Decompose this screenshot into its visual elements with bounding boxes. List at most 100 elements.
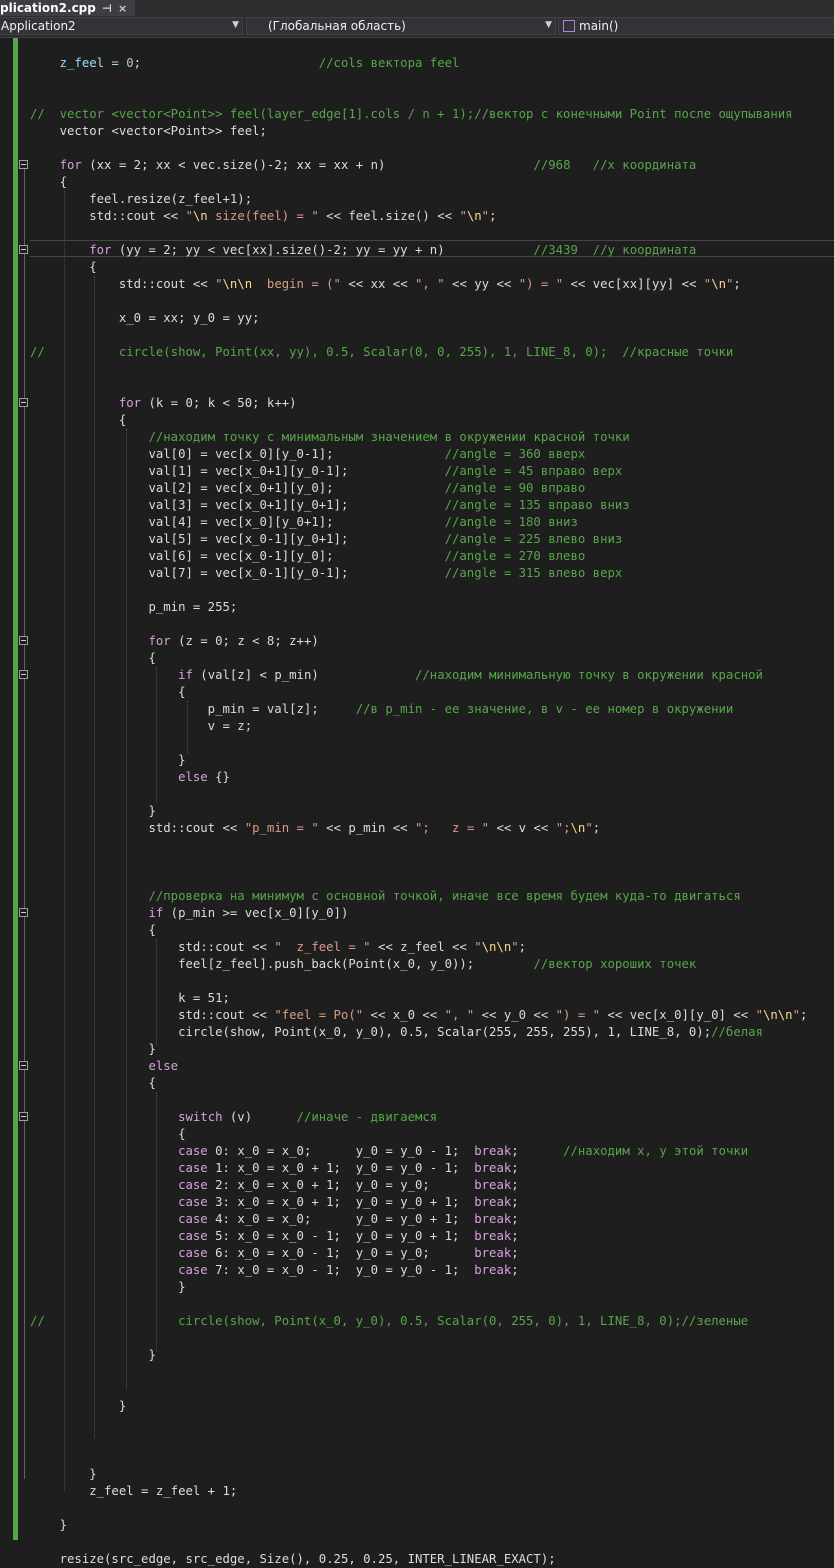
code-line[interactable] [30,89,807,106]
collapse-icon[interactable] [19,908,28,917]
code-editor[interactable]: z_feel = 0; //cols вектора feel // vecto… [0,38,834,1566]
code-line[interactable] [30,1381,807,1398]
code-line[interactable] [30,378,807,395]
code-line[interactable]: for (z = 0; z < 8; z++) [30,633,807,650]
code-line[interactable] [30,1330,807,1347]
code-line[interactable]: val[0] = vec[x_0][y_0-1]; //angle = 360 … [30,446,807,463]
code-line[interactable] [30,1364,807,1381]
collapse-icon[interactable] [19,670,28,679]
code-line[interactable]: case 7: x_0 = x_0 - 1; y_0 = y_0 - 1; br… [30,1262,807,1279]
code-line[interactable]: { [30,174,807,191]
code-line[interactable]: if (p_min >= vec[x_0][y_0]) [30,905,807,922]
code-line[interactable] [30,1500,807,1517]
code-line[interactable]: } [30,752,807,769]
code-line[interactable] [30,1534,807,1551]
code-line[interactable]: } [30,1398,807,1415]
close-icon[interactable]: × [118,2,127,15]
code-line[interactable]: { [30,412,807,429]
document-tab[interactable]: plication2.cpp ⊣ × [0,0,136,16]
code-line[interactable]: val[7] = vec[x_0-1][y_0-1]; //angle = 31… [30,565,807,582]
code-line[interactable] [30,837,807,854]
code-line[interactable] [30,1296,807,1313]
code-line[interactable]: case 2: x_0 = x_0 + 1; y_0 = y_0; break; [30,1177,807,1194]
code-line[interactable]: } [30,1466,807,1483]
code-line[interactable]: std::cout << "\n\n begin = (" << xx << "… [30,276,807,293]
code-line[interactable]: { [30,922,807,939]
code-line[interactable] [30,854,807,871]
code-line[interactable]: val[3] = vec[x_0+1][y_0+1]; //angle = 13… [30,497,807,514]
code-line[interactable]: { [30,684,807,701]
pin-icon[interactable]: ⊣ [102,2,112,15]
code-line[interactable]: case 1: x_0 = x_0 + 1; y_0 = y_0 - 1; br… [30,1160,807,1177]
code-line[interactable]: resize(src_edge, src_edge, Size(), 0.25,… [30,1551,807,1568]
code-line[interactable]: v = z; [30,718,807,735]
code-line[interactable] [30,38,807,55]
code-line[interactable]: val[4] = vec[x_0][y_0+1]; //angle = 180 … [30,514,807,531]
member-dropdown[interactable]: main() [558,17,834,35]
code-line[interactable] [30,140,807,157]
code-line[interactable]: switch (v) //иначе - двигаемся [30,1109,807,1126]
code-line[interactable]: } [30,1347,807,1364]
code-line[interactable]: else [30,1058,807,1075]
code-line[interactable] [30,72,807,89]
code-line[interactable]: val[1] = vec[x_0+1][y_0-1]; //angle = 45… [30,463,807,480]
code-line[interactable]: std::cout << " z_feel = " << z_feel << "… [30,939,807,956]
code-line[interactable]: { [30,259,807,276]
code-line[interactable] [30,1092,807,1109]
code-line[interactable] [30,225,807,242]
code-line[interactable]: case 3: x_0 = x_0 + 1; y_0 = y_0 + 1; br… [30,1194,807,1211]
code-line[interactable]: //проверка на минимум с основной точкой,… [30,888,807,905]
code-line[interactable] [30,1432,807,1449]
code-line[interactable] [30,786,807,803]
code-line[interactable]: std::cout << "feel = Po(" << x_0 << ", "… [30,1007,807,1024]
code-line[interactable]: } [30,1279,807,1296]
code-line[interactable] [30,735,807,752]
code-line[interactable] [30,293,807,310]
code-line[interactable]: val[2] = vec[x_0+1][y_0]; //angle = 90 в… [30,480,807,497]
code-line[interactable]: std::cout << "\n size(feel) = " << feel.… [30,208,807,225]
code-line[interactable]: for (yy = 2; yy < vec[xx].size()-2; yy =… [30,242,807,259]
code-line[interactable]: std::cout << "p_min = " << p_min << "; z… [30,820,807,837]
code-line[interactable]: } [30,1041,807,1058]
code-line[interactable]: // circle(show, Point(x_0, y_0), 0.5, Sc… [30,1313,807,1330]
code-line[interactable]: //находим точку с минимальным значением … [30,429,807,446]
code-line[interactable]: feel[z_feel].push_back(Point(x_0, y_0));… [30,956,807,973]
code-line[interactable]: { [30,650,807,667]
collapse-icon[interactable] [19,398,28,407]
code-line[interactable] [30,1449,807,1466]
collapse-icon[interactable] [19,636,28,645]
code-line[interactable]: p_min = 255; [30,599,807,616]
code-line[interactable]: for (xx = 2; xx < vec.size()-2; xx = xx … [30,157,807,174]
code-line[interactable]: feel.resize(z_feel+1); [30,191,807,208]
code-line[interactable]: p_min = val[z]; //в p_min - ее значение,… [30,701,807,718]
collapse-icon[interactable] [19,160,28,169]
code-line[interactable]: { [30,1075,807,1092]
scope-dropdown[interactable]: (Глобальная область) ▼ [246,17,556,35]
code-line[interactable]: } [30,803,807,820]
code-line[interactable] [30,1415,807,1432]
code-line[interactable]: for (k = 0; k < 50; k++) [30,395,807,412]
code-line[interactable] [30,327,807,344]
code-line[interactable]: x_0 = xx; y_0 = yy; [30,310,807,327]
code-line[interactable]: z_feel = 0; //cols вектора feel [30,55,807,72]
code-line[interactable]: case 4: x_0 = x_0; y_0 = y_0 + 1; break; [30,1211,807,1228]
code-line[interactable] [30,361,807,378]
project-dropdown[interactable]: Application2 ▼ [0,17,243,35]
collapse-icon[interactable] [19,1061,28,1070]
code-line[interactable]: // vector <vector<Point>> feel(layer_edg… [30,106,807,123]
code-line[interactable]: k = 51; [30,990,807,1007]
code-text[interactable]: z_feel = 0; //cols вектора feel // vecto… [30,38,807,1568]
collapse-icon[interactable] [19,245,28,254]
code-line[interactable]: z_feel = z_feel + 1; [30,1483,807,1500]
code-line[interactable] [30,871,807,888]
code-line[interactable]: vector <vector<Point>> feel; [30,123,807,140]
code-line[interactable]: } [30,1517,807,1534]
collapse-icon[interactable] [19,1112,28,1121]
code-line[interactable]: circle(show, Point(x_0, y_0), 0.5, Scala… [30,1024,807,1041]
code-line[interactable] [30,973,807,990]
code-line[interactable]: case 0: x_0 = x_0; y_0 = y_0 - 1; break;… [30,1143,807,1160]
code-line[interactable]: case 6: x_0 = x_0 - 1; y_0 = y_0; break; [30,1245,807,1262]
code-line[interactable]: val[5] = vec[x_0-1][y_0+1]; //angle = 22… [30,531,807,548]
code-line[interactable]: if (val[z] < p_min) //находим минимальну… [30,667,807,684]
code-line[interactable]: // circle(show, Point(xx, yy), 0.5, Scal… [30,344,807,361]
